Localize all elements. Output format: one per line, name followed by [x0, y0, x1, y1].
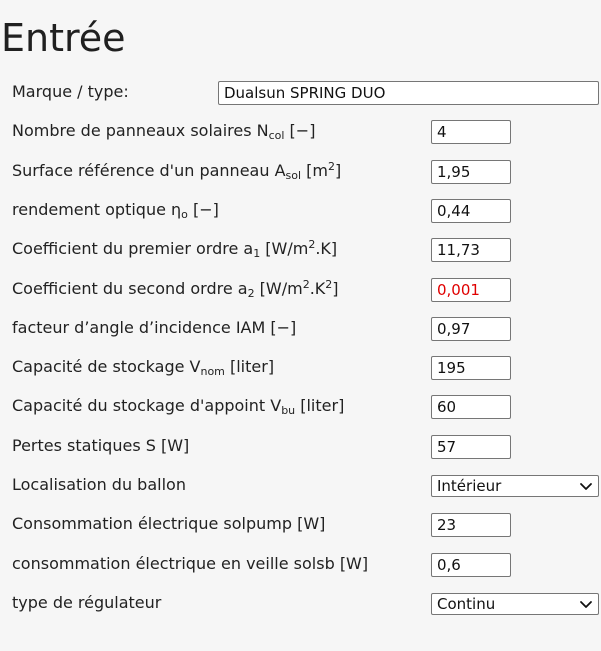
row-solpump: Consommation électrique solpump [W] 23 — [0, 506, 601, 545]
static-losses-label: Pertes statiques S [W] — [12, 435, 190, 455]
n-panels-label: Nombre de panneaux solaires Ncol [−] — [12, 121, 315, 141]
storage-cap-input[interactable]: 195 — [431, 356, 511, 381]
row-standby: consommation électrique en veille solsb … — [0, 546, 601, 585]
panel-area-input[interactable]: 1,95 — [431, 159, 511, 184]
coef-a1-label: Coefficient du premier ordre a1 [W/m2.K] — [12, 239, 337, 259]
coef-a2-label-tail: ] — [332, 278, 339, 298]
n-panels-label-tail: [−] — [284, 121, 316, 141]
backup-cap-label-sub: bu — [281, 404, 296, 418]
row-optical-eff: rendement optique ηo [−] 0,44 — [0, 192, 601, 231]
storage-cap-label-sub: nom — [200, 365, 225, 379]
coef-a1-label-tail: .K] — [315, 239, 338, 259]
row-n-panels: Nombre de panneaux solaires Ncol [−] 4 — [0, 113, 601, 152]
row-backup-cap: Capacité du stockage d'appoint Vbu [lite… — [0, 388, 601, 427]
optical-eff-label-main: rendement optique η — [12, 199, 182, 219]
n-panels-label-main: Nombre de panneaux solaires N — [12, 121, 269, 141]
page-title: Entrée — [1, 16, 126, 60]
solpump-label: Consommation électrique solpump [W] — [12, 514, 326, 534]
backup-cap-label-tail: [liter] — [295, 396, 345, 416]
regulator-select[interactable]: Continu — [431, 592, 599, 615]
row-iam: facteur d’angle d’incidence IAM [−] 0,97 — [0, 310, 601, 349]
storage-cap-label: Capacité de stockage Vnom [liter] — [12, 357, 274, 377]
coef-a2-label-sup1: 2 — [302, 277, 310, 291]
iam-input[interactable]: 0,97 — [431, 316, 511, 341]
tank-location-select[interactable]: Intérieur — [431, 475, 599, 497]
coef-a2-label-mid: [W/m — [254, 278, 303, 298]
optical-eff-label: rendement optique ηo [−] — [12, 200, 219, 220]
panel-area-label: Surface référence d'un panneau Asol [m2] — [12, 161, 341, 181]
optical-eff-label-tail: [−] — [187, 199, 219, 219]
row-coef-a2: Coefficient du second ordre a2 [W/m2.K2]… — [0, 271, 601, 310]
row-static-losses: Pertes statiques S [W] 57 — [0, 428, 601, 467]
coef-a2-label-sub: 2 — [247, 286, 255, 300]
tank-location-label: Localisation du ballon — [12, 475, 186, 494]
panel-area-label-main: Surface référence d'un panneau A — [12, 160, 286, 180]
storage-cap-label-main: Capacité de stockage V — [12, 357, 201, 377]
row-panel-area: Surface référence d'un panneau Asol [m2]… — [0, 153, 601, 192]
panel-area-label-sub: sol — [285, 168, 302, 182]
row-regulator: type de régulateur Continu — [0, 585, 601, 624]
row-storage-cap: Capacité de stockage Vnom [liter] 195 — [0, 349, 601, 388]
n-panels-label-sub: col — [268, 129, 285, 143]
standby-label: consommation électrique en veille solsb … — [12, 553, 369, 573]
static-losses-input[interactable]: 57 — [431, 434, 511, 459]
regulator-selected: Continu — [437, 594, 496, 613]
backup-cap-input[interactable]: 60 — [431, 395, 511, 420]
chevron-down-icon — [580, 483, 592, 490]
brand-input[interactable]: Dualsun SPRING DUO — [218, 81, 599, 105]
backup-cap-label: Capacité du stockage d'appoint Vbu [lite… — [12, 396, 344, 416]
coef-a2-label-main: Coefficient du second ordre a — [12, 278, 248, 298]
n-panels-input[interactable]: 4 — [431, 120, 511, 145]
row-tank-location: Localisation du ballon Intérieur — [0, 467, 601, 506]
optical-eff-input[interactable]: 0,44 — [431, 198, 511, 223]
standby-input[interactable]: 0,6 — [431, 552, 511, 577]
coef-a2-input[interactable]: 0,001 — [431, 277, 511, 302]
coef-a2-label-mid2: .K — [309, 278, 326, 298]
solpump-input[interactable]: 23 — [431, 513, 511, 538]
coef-a2-label: Coefficient du second ordre a2 [W/m2.K2] — [12, 279, 339, 299]
panel-area-label-tail: ] — [334, 160, 342, 180]
coef-a1-input[interactable]: 11,73 — [431, 238, 511, 263]
coef-a1-label-mid: [W/m — [260, 239, 309, 259]
panel-area-label-sup: 2 — [327, 159, 335, 173]
brand-label: Marque / type: — [12, 82, 129, 101]
optical-eff-label-sub: o — [181, 207, 188, 221]
row-coef-a1: Coefficient du premier ordre a1 [W/m2.K]… — [0, 231, 601, 270]
panel-area-label-mid: [m — [301, 160, 328, 180]
coef-a1-label-main: Coefficient du premier ordre a — [12, 239, 254, 259]
tank-location-selected: Intérieur — [437, 477, 502, 495]
backup-cap-label-main: Capacité du stockage d'appoint V — [12, 396, 282, 416]
iam-label: facteur d’angle d’incidence IAM [−] — [12, 317, 297, 337]
row-brand: Marque / type: Dualsun SPRING DUO — [0, 74, 601, 113]
chevron-down-icon — [580, 600, 592, 608]
regulator-label: type de régulateur — [12, 592, 162, 612]
storage-cap-label-tail: [liter] — [224, 357, 275, 377]
